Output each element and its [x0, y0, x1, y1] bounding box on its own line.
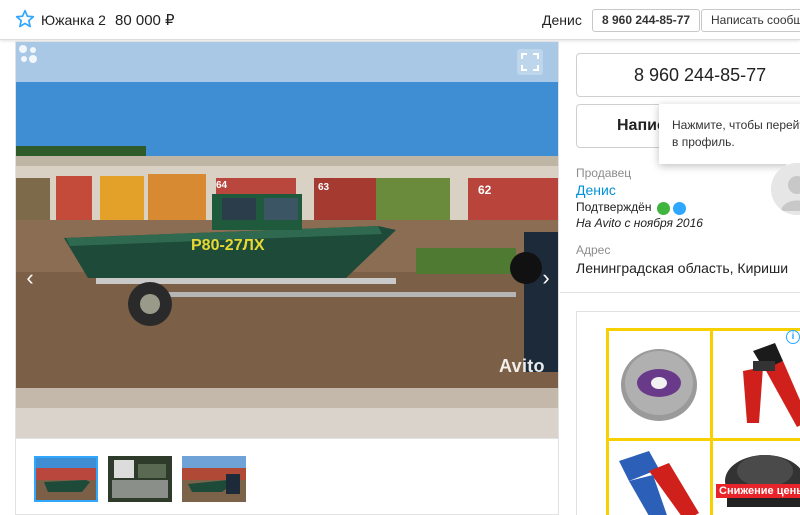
photo-gallery[interactable]: Р80-27ЛХ 64 63 62 ‹ › Avito	[15, 41, 559, 439]
orbital-sander-image[interactable]	[713, 441, 800, 515]
verified-text: Подтверждён	[576, 200, 652, 214]
listing-title: Южанка 2	[41, 12, 106, 28]
favorite-star-icon[interactable]	[15, 9, 35, 29]
avito-logo-icon	[19, 45, 37, 63]
pliers-image[interactable]	[609, 441, 710, 515]
thumbnail-3[interactable]	[182, 456, 246, 502]
listing-price: 80 000 ₽	[115, 12, 175, 29]
ad-grid-line	[609, 438, 800, 441]
main-photo: Р80-27ЛХ 64 63 62	[16, 42, 558, 438]
header-phone-button[interactable]: 8 960 244-85-77	[592, 9, 701, 32]
header-write-message-button[interactable]: Написать сообщение	[701, 9, 800, 32]
seller-label: Продавец	[576, 166, 632, 180]
profile-tooltip: Нажмите, чтобы перейти в профиль.	[659, 104, 800, 164]
ad-grid-line	[710, 331, 713, 515]
grinding-wheel-image[interactable]	[609, 331, 710, 438]
seller-name-link[interactable]: Денис	[576, 182, 616, 198]
fullscreen-icon[interactable]	[517, 49, 543, 75]
wire-stripper-image[interactable]	[713, 331, 800, 438]
garage-number-label: 62	[478, 183, 492, 197]
next-photo-button[interactable]: ›	[538, 267, 554, 289]
thumbnail-strip	[15, 439, 559, 515]
header-seller-name[interactable]: Денис	[542, 12, 582, 28]
garage-number-label: 64	[216, 180, 228, 191]
price-drop-badge: Снижение цены	[716, 484, 800, 498]
ad-info-icon[interactable]: i	[786, 330, 800, 344]
thumbnail-2[interactable]	[108, 456, 172, 502]
thumbnail-1[interactable]	[34, 456, 98, 502]
divider	[560, 292, 800, 293]
seller-avatar[interactable]	[771, 163, 800, 215]
sticky-header: Южанка 2 80 000 ₽ Денис 8 960 244-85-77 …	[0, 0, 800, 40]
address-value: Ленинградская область, Кириши	[576, 260, 789, 276]
member-since: На Avito с ноября 2016	[576, 216, 703, 230]
user-placeholder-icon	[781, 176, 800, 211]
avito-watermark: Avito	[499, 356, 545, 376]
email-verified-icon	[673, 202, 686, 215]
garage-number-label: 63	[318, 182, 330, 193]
address-label: Адрес	[576, 243, 611, 257]
boat-number-text: Р80-27ЛХ	[191, 237, 265, 254]
show-phone-button[interactable]: 8 960 244-85-77	[576, 53, 800, 97]
phone-verified-icon	[657, 202, 670, 215]
previous-photo-button[interactable]: ‹	[22, 267, 38, 289]
